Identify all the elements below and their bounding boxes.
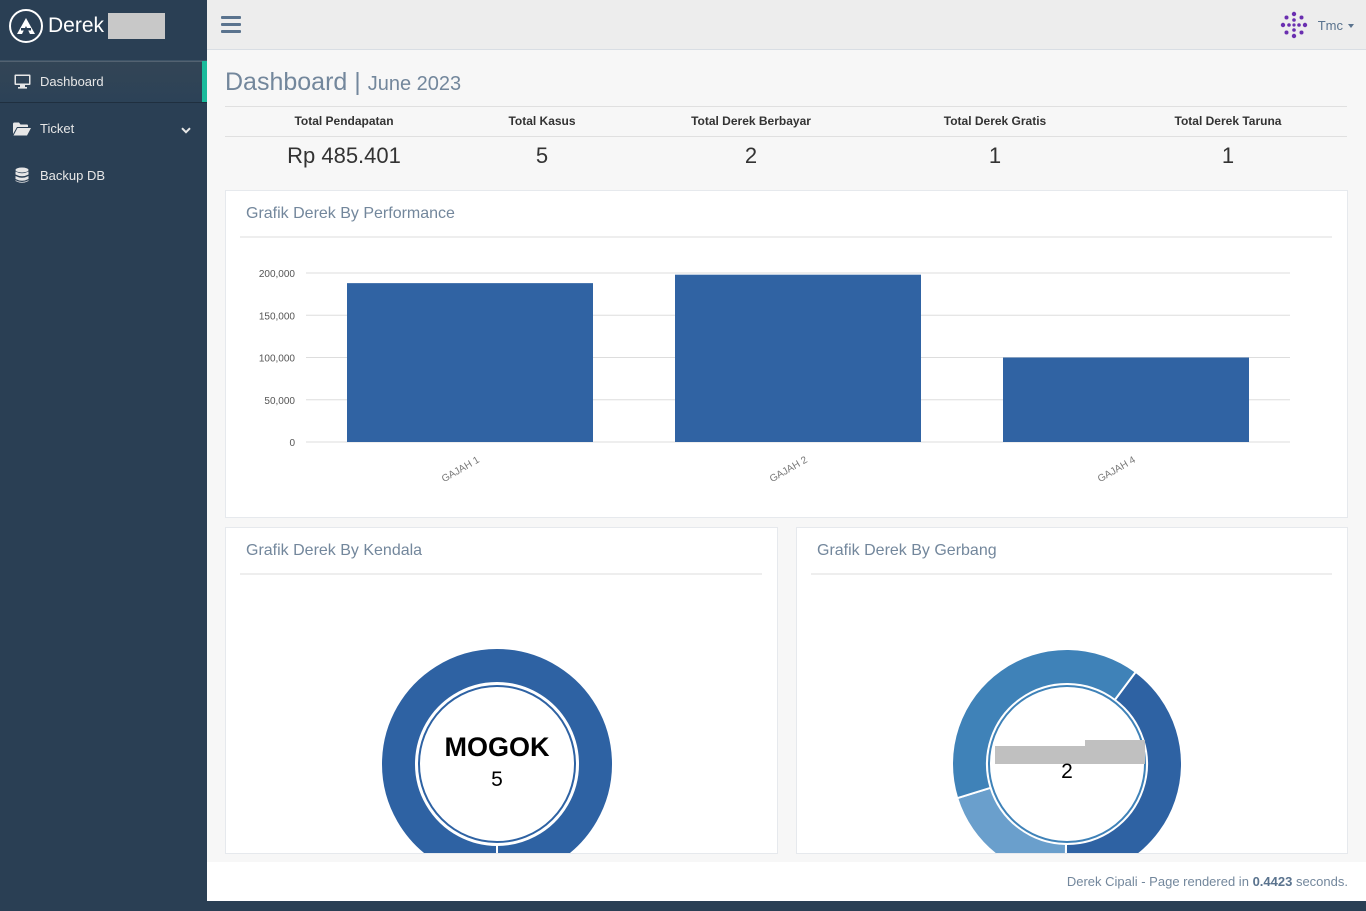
stat-label: Total Pendapatan — [294, 114, 394, 128]
brand-redacted-block — [108, 13, 166, 39]
sidebar-item-backup-db[interactable]: Backup DB — [0, 155, 207, 196]
brand-title: Derek — [48, 14, 105, 37]
menu-toggle-icon[interactable] — [221, 16, 241, 34]
stat-label: Total Derek Berbayar — [691, 114, 811, 128]
stat-value: 2 — [744, 143, 758, 168]
stat-label: Total Derek Taruna — [1174, 114, 1282, 128]
top-navbar: Tmc — [207, 0, 1366, 50]
sidebar: Derek Dashboard Ticket Backup DB — [0, 0, 207, 911]
panel-kendala: Grafik Derek By Kendala MOGOK 5 — [225, 527, 778, 854]
donut-center-value: 5 — [491, 768, 503, 791]
footer: Derek Cipali - Page rendered in 0.4423 s… — [207, 862, 1366, 901]
donut-chart-gerbang: 2 — [951, 648, 1183, 853]
page-subtitle: June 2023 — [367, 73, 462, 95]
stat-value: 1 — [1221, 143, 1235, 168]
sidebar-item-dashboard[interactable]: Dashboard — [0, 61, 207, 102]
y-tick-label: 100,000 — [259, 354, 296, 365]
donut-inner-ring — [418, 685, 576, 843]
bar — [347, 283, 593, 442]
donut-slice — [955, 786, 1068, 853]
panel-performance: Grafik Derek By Performance 200,000 150,0… — [225, 190, 1348, 518]
sidebar-nav: Dashboard Ticket Backup DB — [0, 60, 207, 196]
stat-total-kasus: Total Kasus 5 — [463, 107, 621, 176]
footer-text: Derek Cipali - Page rendered in 0.4423 s… — [1067, 874, 1348, 889]
monitor-icon — [13, 74, 31, 90]
donut-center-value: 2 — [1061, 760, 1073, 783]
stat-label: Total Derek Gratis — [943, 114, 1047, 128]
stat-value: 1 — [988, 143, 1002, 168]
bar — [675, 274, 921, 442]
sidebar-item-label: Backup DB — [40, 168, 106, 183]
stats-table: Total Pendapatan Rp 485.401 Total Kasus … — [225, 106, 1347, 181]
donut-slice — [951, 648, 1138, 800]
user-name: Tmc — [1317, 17, 1343, 33]
avatar — [1280, 11, 1308, 39]
chevron-down-icon — [181, 122, 191, 137]
stat-total-derek-taruna: Total Derek Taruna 1 — [1109, 107, 1347, 176]
page-title-text: Dashboard — [225, 68, 348, 96]
user-menu[interactable]: Tmc — [1280, 11, 1354, 39]
footer-prefix: Derek Cipali - Page rendered in — [1066, 874, 1249, 889]
footer-suffix: seconds. — [1295, 874, 1348, 889]
donut-chart-kendala: MOGOK 5 — [380, 647, 614, 853]
sidebar-item-label: Dashboard — [40, 74, 104, 89]
stat-value: Rp 485.401 — [287, 143, 401, 168]
x-tick-label: GAJAH 2 — [768, 454, 810, 485]
bar — [1003, 357, 1249, 442]
stat-total-pendapatan: Total Pendapatan Rp 485.401 — [225, 107, 463, 176]
stat-label: Total Kasus — [508, 114, 576, 128]
stat-total-derek-gratis: Total Derek Gratis 1 — [881, 107, 1109, 176]
panel-gerbang: Grafik Derek By Gerbang 2 — [796, 527, 1348, 854]
y-tick-label: 150,000 — [259, 311, 296, 322]
y-tick-label: 50,000 — [264, 396, 295, 407]
brand[interactable]: Derek — [0, 0, 207, 52]
x-tick-label: GAJAH 4 — [1096, 454, 1138, 485]
y-tick-label: 0 — [289, 438, 295, 449]
page-title-separator: | — [354, 68, 361, 96]
stat-value: 5 — [535, 143, 549, 168]
donut-center-label: MOGOK — [445, 732, 550, 762]
folder-open-icon — [13, 121, 31, 137]
sidebar-item-ticket[interactable]: Ticket — [0, 108, 207, 149]
sidebar-item-label: Ticket — [40, 121, 75, 136]
donut-redacted-label — [1085, 740, 1145, 752]
caret-down-icon — [1348, 23, 1354, 28]
database-icon — [13, 167, 31, 184]
y-tick-label: 200,000 — [259, 269, 296, 280]
brand-logo-icon — [9, 9, 43, 43]
bottom-strip — [207, 901, 1366, 911]
render-time: 0.4423 — [1252, 874, 1293, 889]
x-tick-label: GAJAH 1 — [440, 454, 482, 485]
page-title: Dashboard | June 2023 — [225, 68, 461, 97]
main-content: Dashboard | June 2023 Total Pendapatan R… — [207, 50, 1366, 862]
stat-total-derek-berbayar: Total Derek Berbayar 2 — [621, 107, 881, 176]
bar-chart: 200,000 150,000 100,000 50,000 0 GAJAH 1 GAJAH… — [259, 269, 1290, 485]
